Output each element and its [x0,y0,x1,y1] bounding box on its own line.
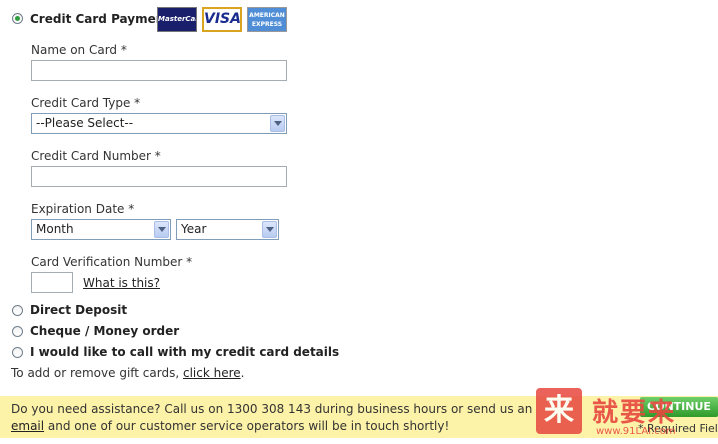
expiration-label: Expiration Date * [31,202,135,216]
direct-deposit-label[interactable]: Direct Deposit [30,303,127,317]
gift-cards-prefix: To add or remove gift cards, [11,366,183,380]
credit-card-radio[interactable] [12,13,23,24]
watermark-url: www.91LAI.com [596,426,676,437]
mastercard-logo: MasterCard [157,7,197,32]
name-on-card-input[interactable] [31,60,287,81]
card-type-selected: --Please Select-- [36,116,134,130]
card-number-label: Credit Card Number * [31,149,161,163]
cheque-radio[interactable] [12,326,23,337]
cvn-label: Card Verification Number * [31,255,193,269]
expiration-year-selected: Year [181,222,207,236]
card-number-input[interactable] [31,166,287,187]
amex-logo: AMERICAN EXPRESS [247,7,287,32]
card-type-label: Credit Card Type * [31,96,141,110]
email-link[interactable]: email [11,419,44,433]
visa-logo: VISA [202,7,242,32]
expiration-year-select[interactable]: Year [176,219,279,240]
expiration-month-select[interactable]: Month [31,219,171,240]
call-label[interactable]: I would like to call with my credit card… [30,345,339,359]
watermark-stamp: 来 [536,388,582,434]
what-is-this-link[interactable]: What is this? [83,276,160,290]
assistance-suffix: and one of our customer service operator… [44,419,450,433]
direct-deposit-radio[interactable] [12,305,23,316]
chevron-down-icon[interactable] [154,221,169,238]
assistance-prefix: Do you need assistance? Call us on 1300 … [11,402,533,416]
cvn-input[interactable] [31,272,73,293]
chevron-down-icon[interactable] [270,115,285,132]
gift-cards-text: To add or remove gift cards, click here. [11,366,244,380]
assistance-text: Do you need assistance? Call us on 1300 … [11,401,551,435]
credit-card-label[interactable]: Credit Card Payment [30,12,170,26]
cheque-label[interactable]: Cheque / Money order [30,324,179,338]
expiration-month-selected: Month [36,222,74,236]
gift-cards-suffix: . [240,366,245,380]
name-on-card-label: Name on Card * [31,43,127,57]
card-type-select[interactable]: --Please Select-- [31,113,287,134]
watermark-text: 就要来 [592,398,677,428]
gift-cards-link[interactable]: click here [183,366,241,380]
call-radio[interactable] [12,347,23,358]
chevron-down-icon[interactable] [262,221,277,238]
